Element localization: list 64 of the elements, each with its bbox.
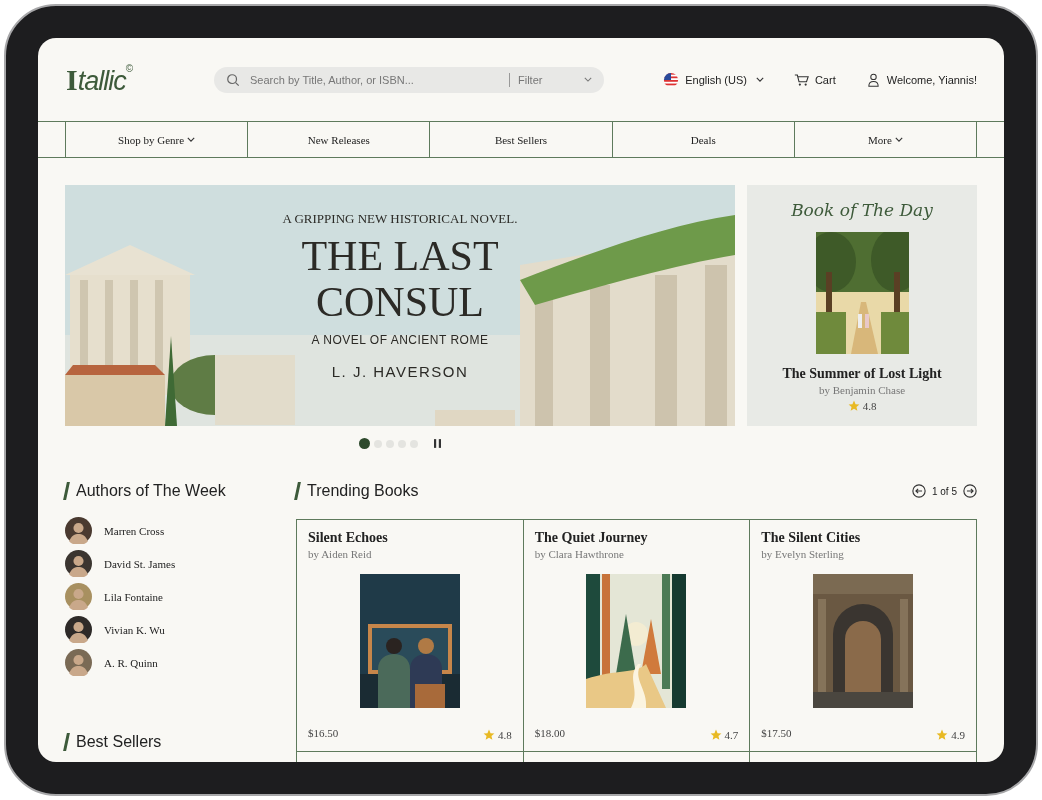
book-title: The Quiet Journey <box>534 530 649 546</box>
book-title[interactable]: The Summer of Lost Light <box>782 366 942 382</box>
rating-value: 4.8 <box>862 400 877 412</box>
pause-icon[interactable] <box>434 439 441 448</box>
filter-dropdown[interactable]: Filter <box>518 73 576 86</box>
rating-value: 4.7 <box>724 729 739 741</box>
section-heading: Authors of The Week <box>76 482 226 500</box>
star-icon <box>709 729 722 741</box>
author-name[interactable]: David St. James <box>104 557 176 570</box>
accent-mark <box>63 482 70 500</box>
chevron-icon <box>755 77 764 82</box>
accent-mark <box>63 733 70 751</box>
author-name[interactable]: A. R. Quinn <box>104 656 158 669</box>
section-heading: Best Sellers <box>76 733 162 751</box>
book-card[interactable]: The Quiet Journey by Clara Hawthrone $18.00 4.7 <box>523 520 751 752</box>
cart-link[interactable]: Cart <box>793 71 836 88</box>
star-icon <box>936 729 949 741</box>
book-card[interactable]: Silent Echoes by Aiden Reid $16.50 4.8 <box>297 520 524 752</box>
book-price: $16.50 <box>308 727 339 739</box>
nav-tab[interactable]: Best Sellers <box>430 122 613 157</box>
book-author: by Clara Hawthrone <box>534 548 625 560</box>
star-icon <box>482 729 495 741</box>
book-card[interactable]: The Silent Cities by Evelyn Sterling $17.50 4.9 <box>750 520 977 752</box>
hero-tagline: A GRIPPING NEW HISTORICAL NOVEL. <box>282 211 518 227</box>
search-icon <box>226 72 240 87</box>
account-link[interactable]: Welcome, Yiannis! <box>865 71 977 88</box>
rating-value: 4.9 <box>951 729 965 741</box>
chevron-icon <box>584 77 592 82</box>
nav-tab[interactable]: More <box>794 122 977 157</box>
author-name[interactable]: Vivian K. Wu <box>104 623 165 636</box>
book-title: Silent Echoes <box>308 530 389 546</box>
book-author: by Aiden Reid <box>308 548 373 560</box>
star-icon <box>847 400 860 412</box>
cart-icon <box>793 72 809 87</box>
previous-icon[interactable] <box>911 484 926 498</box>
author-name[interactable]: Marren Cross <box>104 524 165 537</box>
book-price: $18.00 <box>534 727 565 739</box>
nav-tab[interactable]: Deals <box>612 122 795 157</box>
carousel-dot[interactable] <box>359 438 370 449</box>
avatar[interactable] <box>65 616 92 643</box>
page-indicator: 1 of 5 <box>931 485 957 497</box>
logo[interactable]: Itallic$^{©}$ <box>66 62 214 97</box>
accent-mark <box>294 482 301 500</box>
book-title: The Silent Cities <box>761 530 862 546</box>
nav-tab[interactable]: Shop by Genre <box>66 122 249 157</box>
hero-subtitle: A NOVEL OF ANCIENT ROME <box>311 333 489 347</box>
flag-icon <box>663 71 680 88</box>
card-heading: Book of The Day <box>791 200 933 220</box>
author-name[interactable]: Lila Fontaine <box>104 590 163 603</box>
hero-title: THE LAST CONSUL <box>300 233 500 325</box>
avatar[interactable] <box>65 517 92 544</box>
book-author: by Evelyn Sterling <box>761 548 845 560</box>
book-of-the-day-card[interactable]: Book of The Day The Summer of Lost Light by Benjamin Chase 4.8 <box>747 185 977 426</box>
hero-author: L. J. HAVERSON <box>331 363 469 380</box>
avatar[interactable] <box>65 550 92 577</box>
language-selector[interactable]: English (US) <box>663 71 764 88</box>
section-heading: Trending Books <box>307 482 419 500</box>
book-author: by Benjamin Chase <box>818 384 906 396</box>
nav-tab[interactable]: New Releases <box>248 122 431 157</box>
search-field[interactable]: Search by Title, Author, or ISBN... Filter <box>214 66 604 93</box>
rating-value: 4.8 <box>497 729 512 741</box>
book-price: $17.50 <box>761 727 792 739</box>
next-icon[interactable] <box>963 484 977 498</box>
user-icon <box>865 72 881 87</box>
